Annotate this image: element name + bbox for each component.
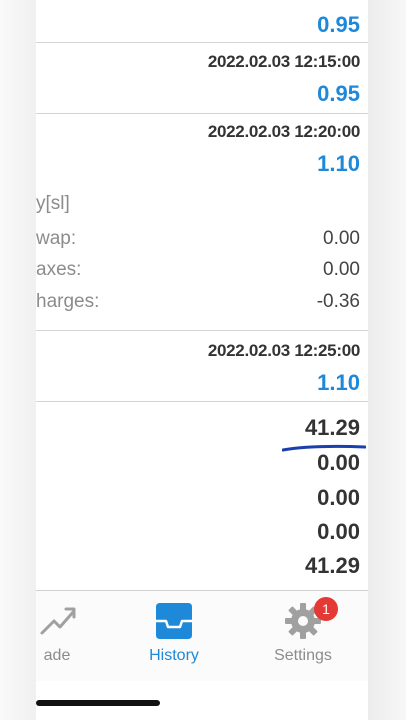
detail-title: y[sl] xyxy=(36,193,70,214)
summary-section: 41.29 0.00 0.00 0.00 41.29 xyxy=(36,402,368,588)
history-screen: 0.95 2022.02.03 12:15:00 0.95 2022.02.03… xyxy=(36,0,368,720)
entry-price: 0.95 xyxy=(317,81,360,106)
entry-price: 1.10 xyxy=(317,151,360,176)
tab-history-label: History xyxy=(149,647,199,664)
summary-value: 0.00 xyxy=(317,450,360,475)
history-entry[interactable]: 2022.02.03 12:15:00 0.95 xyxy=(36,43,368,113)
tab-trade[interactable]: ade xyxy=(36,591,102,681)
summary-value: 41.29 xyxy=(304,415,360,440)
summary-value: 41.29 xyxy=(304,553,360,578)
tab-trade-label: ade xyxy=(43,647,71,664)
summary-value: 0.00 xyxy=(317,485,360,510)
notification-badge: 1 xyxy=(314,597,338,621)
inbox-icon xyxy=(156,603,192,639)
entry-price: 0.95 xyxy=(317,12,360,37)
detail-value-charges: -0.36 xyxy=(316,291,360,312)
background-left xyxy=(0,0,36,720)
history-entry-expanded[interactable]: 2022.02.03 12:20:00 1.10 y[sl] wap: 0.00… xyxy=(36,114,368,330)
tab-history[interactable]: History xyxy=(129,591,219,681)
trade-icon xyxy=(40,607,76,635)
detail-label-swap: wap: xyxy=(36,228,77,249)
detail-label-charges: harges: xyxy=(36,291,100,312)
detail-label-taxes: axes: xyxy=(36,259,82,280)
tab-bar: ade History 1 Settings xyxy=(36,590,368,681)
history-entry[interactable]: 2022.02.03 12:25:00 1.10 xyxy=(36,331,368,401)
history-entry[interactable]: 0.95 xyxy=(36,8,368,42)
entry-date: 2022.02.03 12:25:00 xyxy=(207,341,360,360)
tab-settings-label: Settings xyxy=(274,647,332,664)
entry-date: 2022.02.03 12:15:00 xyxy=(207,52,360,71)
background-right xyxy=(368,0,406,720)
entry-date: 2022.02.03 12:20:00 xyxy=(207,122,360,141)
entry-price: 1.10 xyxy=(317,370,360,395)
home-indicator xyxy=(36,700,160,706)
handdrawn-underline-annotation xyxy=(282,444,366,452)
summary-value: 0.00 xyxy=(317,519,360,544)
detail-value-swap: 0.00 xyxy=(323,228,360,249)
detail-value-taxes: 0.00 xyxy=(323,259,360,280)
tab-settings[interactable]: 1 Settings xyxy=(258,591,348,681)
